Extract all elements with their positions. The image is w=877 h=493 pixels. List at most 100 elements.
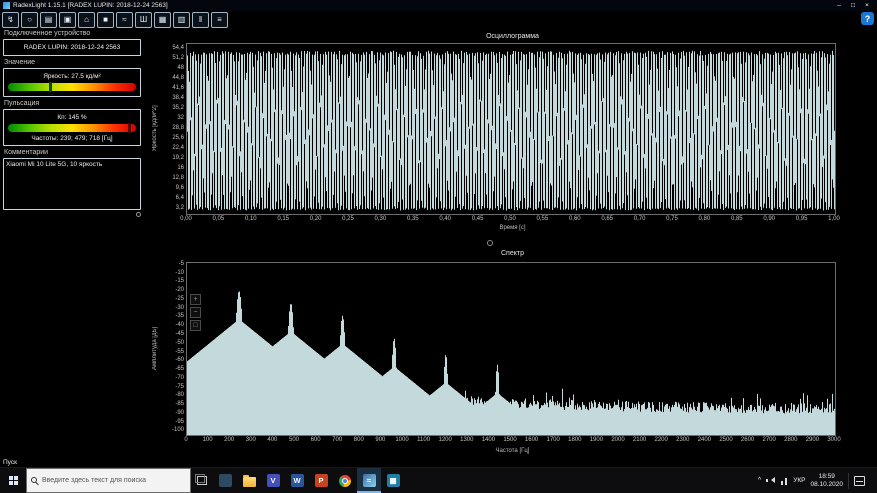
y-tick-label: 32 <box>158 115 184 121</box>
x-tick-label: 1300 <box>455 437 479 443</box>
y-tick-label: 19,2 <box>158 155 184 161</box>
y-tick-label: 6,4 <box>158 195 184 201</box>
clock[interactable]: 18:59 08.10.2020 <box>810 473 843 489</box>
x-tick-label: 0,45 <box>466 216 490 222</box>
help-button[interactable]: ? <box>861 12 874 25</box>
brightness-marker-icon <box>49 82 52 92</box>
spectrum-xlabel: Частота [Гц] <box>148 448 877 454</box>
taskbar-app-word[interactable]: W <box>285 468 309 493</box>
x-tick-label: 2900 <box>800 437 824 443</box>
spectrum-icon[interactable]: Ш <box>135 12 152 28</box>
tray-divider <box>848 473 849 489</box>
pulsation-reading: Кп: 145 % <box>6 114 138 121</box>
search-input[interactable]: Введите здесь текст для поиска <box>26 468 191 493</box>
hidden-icons-chevron-icon[interactable]: ^ <box>758 477 761 484</box>
start-button[interactable] <box>0 468 26 493</box>
connect-icon[interactable]: ↯ <box>2 12 19 28</box>
table-icon[interactable]: ▥ <box>173 12 190 28</box>
x-tick-label: 1700 <box>541 437 565 443</box>
x-tick-label: 0,00 <box>174 216 198 222</box>
x-tick-label: 0,40 <box>433 216 457 222</box>
taskbar: Введите здесь текст для поиска VWP ≈▦ ^ У… <box>0 467 877 493</box>
maximize-button[interactable]: □ <box>846 1 860 11</box>
pulsation-frequencies: Частоты: 239; 479; 718 [Гц] <box>6 135 138 142</box>
device-name: RADEX LUPIN: 2018-12-24 2563 <box>3 39 141 56</box>
minimize-button[interactable]: – <box>832 1 846 11</box>
x-tick-label: 0,90 <box>757 216 781 222</box>
task-view-button[interactable] <box>191 468 213 493</box>
y-tick-label: 3,2 <box>158 205 184 211</box>
y-tick-label: -35 <box>158 313 184 319</box>
y-tick-label: -50 <box>158 340 184 346</box>
x-tick-label: 2000 <box>606 437 630 443</box>
y-tick-label: 12,8 <box>158 175 184 181</box>
taskbar-app-radexlight[interactable]: ≈ <box>357 468 381 493</box>
home-icon[interactable]: ⌂ <box>78 12 95 28</box>
language-indicator[interactable]: УКР <box>793 477 805 484</box>
x-tick-label: 2700 <box>757 437 781 443</box>
oscillogram-plot[interactable] <box>186 43 836 215</box>
y-tick-label: -10 <box>158 270 184 276</box>
close-button[interactable]: × <box>860 1 874 11</box>
y-tick-label: 44,8 <box>158 75 184 81</box>
pause-icon[interactable]: ‖ <box>192 12 209 28</box>
radexlight-window: RadexLight 1.15.1 [RADEX LUPIN: 2018-12-… <box>0 0 877 493</box>
x-tick-label: 200 <box>217 437 241 443</box>
y-tick-label: -20 <box>158 287 184 293</box>
x-tick-label: 0,65 <box>595 216 619 222</box>
oscillogram-icon[interactable]: ≈ <box>116 12 133 28</box>
y-tick-label: -80 <box>158 392 184 398</box>
start-tooltip: Пуск <box>3 459 17 466</box>
reset-zoom-icon[interactable]: □ <box>190 320 201 331</box>
y-tick-label: -25 <box>158 296 184 302</box>
spectrum-chart: Спектр Амплитуда [дБ] + − □ Частота [Гц]… <box>148 246 877 462</box>
x-tick-label: 1900 <box>584 437 608 443</box>
action-center-icon[interactable] <box>854 476 865 486</box>
network-icon[interactable] <box>780 477 788 485</box>
disconnect-icon[interactable]: ○ <box>21 12 38 28</box>
y-tick-label: 38,4 <box>158 95 184 101</box>
pulsation-marker-icon <box>128 123 131 133</box>
open-file-icon[interactable]: ▤ <box>40 12 57 28</box>
x-tick-label: 0,60 <box>563 216 587 222</box>
x-tick-label: 500 <box>282 437 306 443</box>
zoom-in-icon[interactable]: + <box>190 294 201 305</box>
titlebar: RadexLight 1.15.1 [RADEX LUPIN: 2018-12-… <box>0 0 877 11</box>
record-icon[interactable]: ■ <box>97 12 114 28</box>
y-tick-label: -85 <box>158 401 184 407</box>
x-tick-label: 2600 <box>736 437 760 443</box>
x-tick-label: 800 <box>347 437 371 443</box>
y-tick-label: -100 <box>158 427 184 433</box>
pulsation-section-title: Пульсация <box>4 100 141 107</box>
taskbar-app-mail[interactable] <box>213 468 237 493</box>
taskbar-app-store[interactable]: ▦ <box>381 468 405 493</box>
speaker-icon[interactable] <box>766 477 775 485</box>
comments-input[interactable]: Xiaomi Mi 10 Lite 5G, 10 яркость <box>3 158 141 210</box>
settings-icon[interactable]: ≡ <box>211 12 228 28</box>
left-panel: Подключенное устройство RADEX LUPIN: 201… <box>3 27 141 217</box>
taskbar-app-v[interactable]: V <box>261 468 285 493</box>
spectrum-plot[interactable] <box>186 262 836 436</box>
x-tick-label: 0,95 <box>790 216 814 222</box>
save-icon[interactable]: ▣ <box>59 12 76 28</box>
x-tick-label: 1100 <box>412 437 436 443</box>
tray-time: 18:59 <box>810 473 843 481</box>
zoom-out-icon[interactable]: − <box>190 307 201 318</box>
x-tick-label: 0,35 <box>401 216 425 222</box>
y-tick-label: -95 <box>158 419 184 425</box>
x-tick-label: 0 <box>174 437 198 443</box>
y-tick-label: 54,4 <box>158 45 184 51</box>
x-tick-label: 0,20 <box>304 216 328 222</box>
y-tick-label: -65 <box>158 366 184 372</box>
task-view-icon <box>197 476 207 485</box>
y-tick-label: 9,6 <box>158 185 184 191</box>
brightness-reading: Яркость: 27.5 кд/м² <box>6 73 138 80</box>
taskbar-app-explorer[interactable] <box>237 468 261 493</box>
histogram-icon[interactable]: ▦ <box>154 12 171 28</box>
x-tick-label: 2200 <box>649 437 673 443</box>
panel-resize-grip[interactable] <box>136 212 141 217</box>
x-tick-label: 0,15 <box>271 216 295 222</box>
taskbar-app-powerpoint[interactable]: P <box>309 468 333 493</box>
y-tick-label: -90 <box>158 410 184 416</box>
taskbar-app-chrome[interactable] <box>333 468 357 493</box>
